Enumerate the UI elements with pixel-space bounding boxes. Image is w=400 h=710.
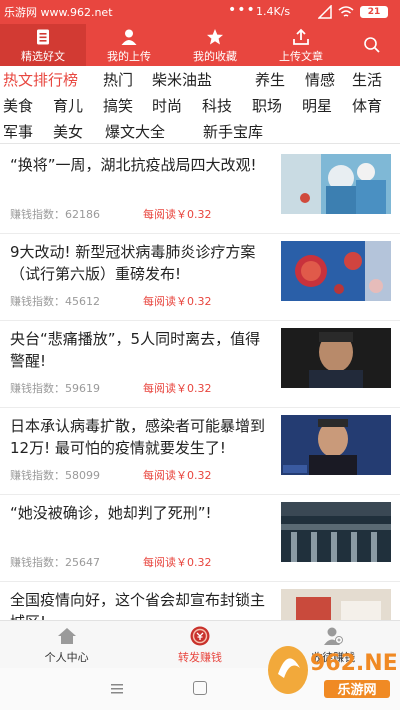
article-item[interactable]: “她没被确诊，她却判了死刑”! 赚钱指数：25647 每阅读￥0.32: [0, 496, 400, 582]
reward-per-read: 每阅读￥0.32: [143, 295, 212, 308]
article-thumbnail: [281, 154, 391, 214]
home-icon: [57, 627, 76, 644]
site-logo-watermark: 962.NET 乐游网: [268, 646, 396, 698]
category-item[interactable]: 美食: [3, 94, 33, 118]
reward-per-read: 每阅读￥0.32: [143, 382, 212, 395]
top-nav: 精选好文 我的上传 我的收藏 上传文章: [0, 24, 400, 66]
earning-index: 赚钱指数：25647: [10, 556, 100, 569]
earning-index: 赚钱指数：62186: [10, 208, 100, 221]
reward-per-read: 每阅读￥0.32: [143, 469, 212, 482]
search-button[interactable]: [344, 24, 400, 66]
battery-level: 21: [360, 6, 388, 18]
article-title: “换将”一周，湖北抗疫战局四大改观!: [10, 156, 257, 174]
article-list: “换将”一周，湖北抗疫战局四大改观! 赚钱指数：62186 每阅读￥0.32 9…: [0, 148, 400, 620]
category-item[interactable]: 时尚: [152, 94, 182, 118]
article-item[interactable]: “换将”一周，湖北抗疫战局四大改观! 赚钱指数：62186 每阅读￥0.32: [0, 148, 400, 234]
network-speed: 1.4K/s: [256, 5, 291, 18]
article-item[interactable]: 全国疫情向好，这个省会却宣布封锁主城区!: [0, 583, 400, 620]
category-item[interactable]: 养生: [255, 68, 285, 92]
nav-label: 个人中心: [44, 650, 89, 664]
category-hot-ranking[interactable]: 热文排行榜: [3, 68, 78, 92]
search-icon: [364, 37, 380, 53]
document-icon: [37, 29, 49, 45]
wifi-icon: [338, 6, 354, 17]
menu-key-icon[interactable]: [111, 684, 123, 694]
logo-text: 962.NET: [310, 651, 396, 676]
site-watermark: 乐游网 www.962.net: [4, 6, 113, 19]
article-title: 全国疫情向好，这个省会却宣布封锁主城区!: [10, 591, 266, 620]
article-thumbnail: [281, 415, 391, 475]
tab-label: 我的上传: [107, 50, 151, 63]
article-item[interactable]: 日本承认病毒扩散，感染者可能暴增到12万! 最可怕的疫情就要发生了! 赚钱指数：…: [0, 409, 400, 495]
tab-my-favorites[interactable]: 我的收藏: [172, 24, 258, 66]
category-item[interactable]: 搞笑: [103, 94, 133, 118]
article-item[interactable]: 央台“悲痛播放”，5人同时离去，值得警醒! 赚钱指数：59619 每阅读￥0.3…: [0, 322, 400, 408]
home-key-icon[interactable]: [193, 681, 207, 695]
article-thumbnail: [281, 241, 391, 301]
article-title: 9大改动! 新型冠状病毒肺炎诊疗方案（试行第六版）重磅发布!: [10, 243, 256, 283]
tab-my-uploads[interactable]: 我的上传: [86, 24, 172, 66]
category-grid: 热文排行榜 热门 柴米油盐 养生 情感 生活 美食 育儿 搞笑 时尚 科技 职场…: [0, 66, 400, 144]
category-item[interactable]: 爆文大全: [105, 120, 165, 144]
tab-label: 上传文章: [279, 50, 323, 63]
category-item[interactable]: 情感: [305, 68, 335, 92]
category-item[interactable]: 热门: [103, 68, 133, 92]
logo-subtext: 乐游网: [337, 682, 376, 698]
category-item[interactable]: 职场: [252, 94, 282, 118]
nav-share-earn[interactable]: 转发赚钱: [133, 621, 266, 668]
article-item[interactable]: 9大改动! 新型冠状病毒肺炎诊疗方案（试行第六版）重磅发布! 赚钱指数：4561…: [0, 235, 400, 321]
coin-icon: [190, 626, 210, 645]
category-item[interactable]: 新手宝库: [203, 120, 263, 144]
tab-label: 精选好文: [21, 50, 65, 63]
nav-label: 转发赚钱: [177, 650, 222, 664]
data-network-icon: [318, 5, 332, 19]
star-icon: [207, 29, 223, 45]
category-item[interactable]: 美女: [53, 120, 83, 144]
article-title: 日本承认病毒扩散，感染者可能暴增到12万! 最可怕的疫情就要发生了!: [10, 417, 266, 457]
category-item[interactable]: 军事: [3, 120, 33, 144]
article-title: “她没被确诊，她却判了死刑”!: [10, 504, 212, 522]
reward-per-read: 每阅读￥0.32: [143, 556, 212, 569]
category-item[interactable]: 柴米油盐: [152, 68, 212, 92]
category-item[interactable]: 育儿: [53, 94, 83, 118]
category-item[interactable]: 体育: [352, 94, 382, 118]
tab-featured[interactable]: 精选好文: [0, 24, 86, 66]
nav-personal-center[interactable]: 个人中心: [0, 621, 133, 668]
category-item[interactable]: 生活: [352, 68, 382, 92]
reward-per-read: 每阅读￥0.32: [143, 208, 212, 221]
article-thumbnail: [281, 589, 391, 620]
earning-index: 赚钱指数：59619: [10, 382, 100, 395]
tab-label: 我的收藏: [193, 50, 237, 63]
more-dots-icon: •••: [228, 2, 256, 18]
user-icon: [121, 29, 137, 45]
earning-index: 赚钱指数：58099: [10, 469, 100, 482]
category-item[interactable]: 科技: [202, 94, 232, 118]
article-thumbnail: [281, 328, 391, 388]
upload-icon: [293, 28, 309, 45]
article-title: 央台“悲痛播放”，5人同时离去，值得警醒!: [10, 330, 261, 370]
tab-upload-article[interactable]: 上传文章: [258, 24, 344, 66]
earning-index: 赚钱指数：45612: [10, 295, 100, 308]
category-item[interactable]: 明星: [302, 94, 332, 118]
article-thumbnail: [281, 502, 391, 562]
status-bar: 乐游网 www.962.net ••• 1.4K/s 21: [0, 0, 400, 24]
